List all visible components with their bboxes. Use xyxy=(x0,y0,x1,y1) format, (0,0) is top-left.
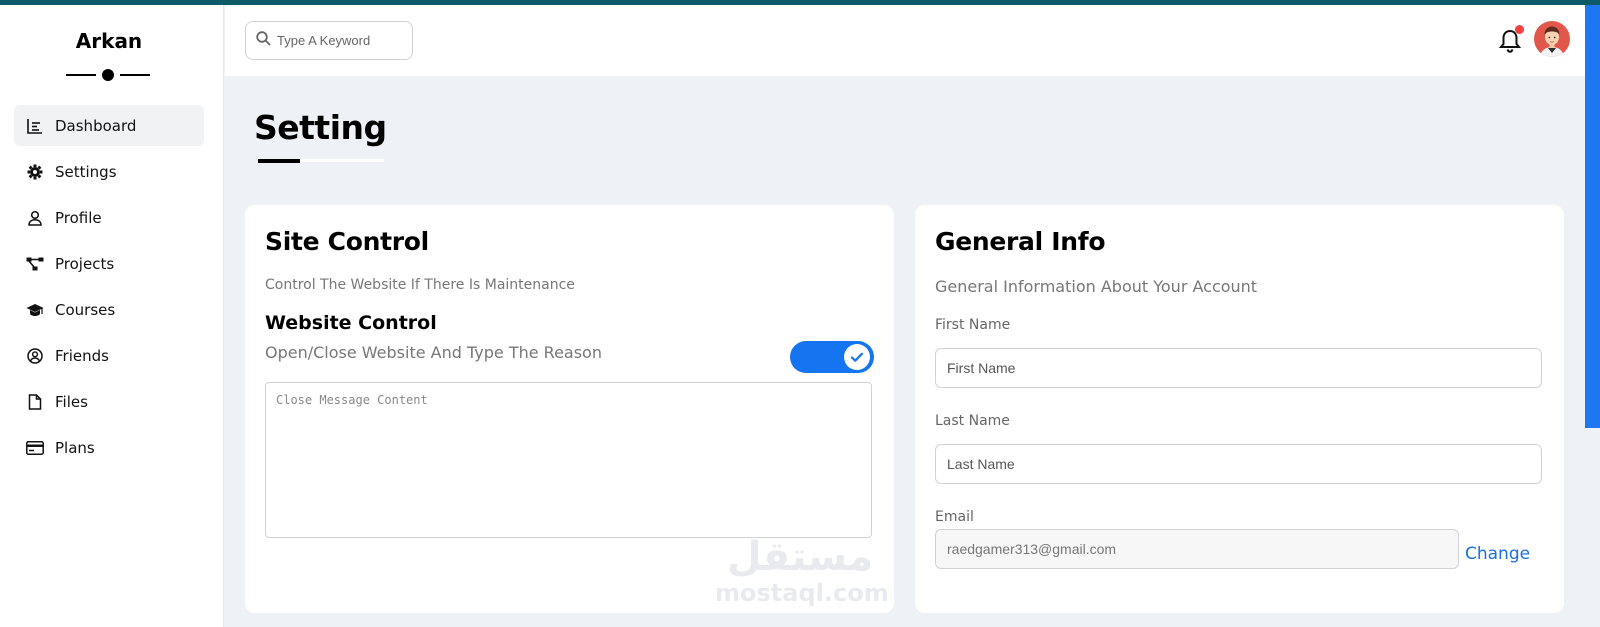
sidebar-item-label: Plans xyxy=(55,438,95,457)
search-icon xyxy=(256,31,271,50)
sidebar-item-label: Friends xyxy=(55,346,109,365)
card-title: Site Control xyxy=(265,227,429,256)
sidebar-item-profile[interactable]: Profile xyxy=(14,197,204,238)
search-input[interactable] xyxy=(277,33,397,48)
website-control-title: Website Control xyxy=(265,312,437,334)
first-name-label: First Name xyxy=(935,317,1011,333)
sidebar-item-plans[interactable]: Plans xyxy=(14,427,204,468)
sidebar-item-label: Dashboard xyxy=(55,116,137,135)
sidebar-item-friends[interactable]: Friends xyxy=(14,335,204,376)
brand-ornament xyxy=(66,69,150,81)
brand-name: Arkan xyxy=(75,29,143,53)
website-control-subtitle: Open/Close Website And Type The Reason xyxy=(265,343,602,362)
last-name-field[interactable] xyxy=(935,444,1542,484)
watermark-arabic: مستقل xyxy=(726,534,874,580)
sidebar-item-label: Courses xyxy=(55,300,116,319)
chart-icon xyxy=(26,117,44,135)
title-underline-accent xyxy=(258,159,300,163)
sidebar-item-label: Profile xyxy=(55,208,102,227)
card-title: General Info xyxy=(935,227,1106,256)
general-info-card: General Info General Information About Y… xyxy=(915,205,1564,613)
sidebar-nav: Dashboard Settings Profile Projects Cour… xyxy=(14,105,204,473)
website-toggle[interactable] xyxy=(790,341,874,373)
user-circle-icon xyxy=(26,347,44,365)
sidebar-item-label: Files xyxy=(55,392,88,411)
card-subtitle: Control The Website If There Is Maintena… xyxy=(265,277,575,293)
sidebar-item-settings[interactable]: Settings xyxy=(14,151,204,192)
notification-dot xyxy=(1515,25,1524,34)
sidebar-item-projects[interactable]: Projects xyxy=(14,243,204,284)
graduation-cap-icon xyxy=(26,301,44,319)
change-email-link[interactable]: Change xyxy=(1465,544,1530,564)
scrollbar-thumb[interactable] xyxy=(1585,5,1600,428)
top-header xyxy=(225,5,1585,76)
close-message-textarea[interactable] xyxy=(265,382,872,538)
site-control-card: Site Control Control The Website If Ther… xyxy=(245,205,894,613)
diagram-icon xyxy=(26,255,44,273)
toggle-knob xyxy=(844,344,870,370)
sidebar-item-files[interactable]: Files xyxy=(14,381,204,422)
sidebar-item-dashboard[interactable]: Dashboard xyxy=(14,105,204,146)
user-icon xyxy=(26,209,44,227)
file-icon xyxy=(26,393,44,411)
first-name-field[interactable] xyxy=(935,348,1542,388)
watermark-latin: mostaql.com xyxy=(715,579,889,607)
card-subtitle: General Information About Your Account xyxy=(935,277,1258,296)
credit-card-icon xyxy=(26,439,44,457)
sidebar-item-label: Settings xyxy=(55,162,117,181)
last-name-label: Last Name xyxy=(935,413,1010,429)
search-box[interactable] xyxy=(245,21,413,60)
check-icon xyxy=(850,352,864,362)
sidebar-item-label: Projects xyxy=(55,254,115,273)
watermark: مستقل mostaql.com xyxy=(715,534,889,607)
gear-icon xyxy=(26,163,44,181)
sidebar-item-courses[interactable]: Courses xyxy=(14,289,204,330)
email-label: Email xyxy=(935,509,974,525)
email-field xyxy=(935,529,1459,569)
page-title: Setting xyxy=(254,108,387,147)
avatar[interactable] xyxy=(1534,21,1570,57)
sidebar: Arkan Dashboard Settings Profile Project… xyxy=(0,5,224,627)
